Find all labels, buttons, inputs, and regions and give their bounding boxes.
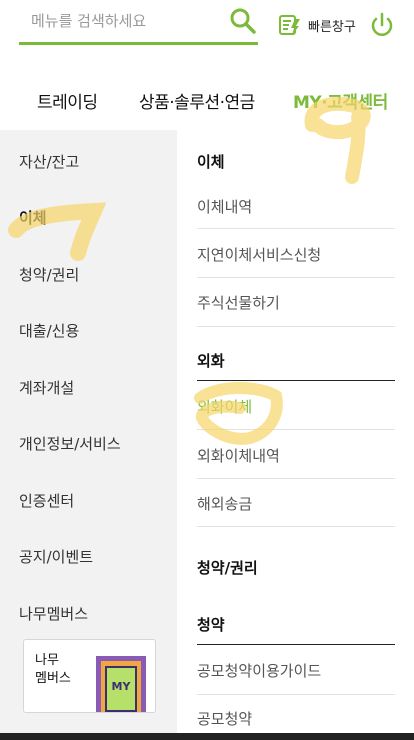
sub-item-ipo[interactable]: 공모청약: [197, 708, 395, 729]
lnb-item-subscription[interactable]: 청약/권리: [19, 264, 79, 285]
divider: [197, 478, 395, 479]
lnb-item-certification[interactable]: 인증센터: [19, 490, 74, 511]
sub-menu: 이체 이체내역 지연이체서비스신청 주식선물하기 외화 외화이체 외화이체내역 …: [177, 130, 414, 740]
sub-item-ipo-guide[interactable]: 공모청약이용가이드: [197, 660, 395, 681]
divider: [197, 380, 395, 381]
main-navigation: 트레이딩 상품·솔루션·연금 MY·고객센터: [0, 80, 414, 130]
gnb-tab-products[interactable]: 상품·솔루션·연금: [139, 88, 255, 113]
sub-heading-fx: 외화: [197, 352, 225, 370]
sub-heading-transfer: 이체: [197, 153, 225, 171]
divider: [197, 644, 395, 645]
left-menu: 자산/잔고 이체 청약/권리 대출/신용 계좌개설 개인정보/서비스 인증센터 …: [0, 130, 177, 740]
bottom-bar: [0, 733, 414, 740]
namu-members-banner[interactable]: 나무 멤버스 MY: [23, 639, 156, 713]
sub-heading-ipo: 청약: [197, 616, 225, 634]
lnb-item-namu-members[interactable]: 나무멤버스: [19, 603, 88, 624]
sub-item-fx-transfer-history[interactable]: 외화이체내역: [197, 445, 395, 466]
logout-button[interactable]: [369, 11, 395, 39]
divider: [197, 228, 395, 229]
lnb-item-loan[interactable]: 대출/신용: [19, 320, 79, 341]
power-icon: [371, 12, 393, 36]
divider: [197, 326, 395, 327]
quick-window-icon: [279, 15, 300, 35]
search-input[interactable]: [31, 8, 221, 34]
divider: [197, 277, 395, 278]
divider: [197, 429, 395, 430]
divider: [197, 694, 395, 695]
gnb-tab-my-customer[interactable]: MY·고객센터: [293, 88, 388, 113]
banner-text: 나무 멤버스: [35, 653, 71, 686]
sub-item-overseas-remittance[interactable]: 해외송금: [197, 493, 395, 514]
sub-item-transfer-history[interactable]: 이체내역: [197, 196, 395, 217]
sub-heading-subscription: 청약/권리: [197, 559, 258, 577]
divider: [197, 526, 395, 527]
members-card-icon: MY: [96, 656, 146, 712]
lnb-item-notice-event[interactable]: 공지/이벤트: [19, 546, 93, 567]
lnb-item-account-open[interactable]: 계좌개설: [19, 377, 74, 398]
quick-window-button[interactable]: 빠른창구: [278, 12, 356, 38]
sub-item-delayed-transfer[interactable]: 지연이체서비스신청: [197, 244, 395, 265]
banner-badge: MY: [112, 680, 132, 693]
lnb-item-assets[interactable]: 자산/잔고: [19, 151, 79, 172]
quick-window-label: 빠른창구: [308, 18, 356, 34]
search-button[interactable]: [228, 6, 258, 36]
lnb-item-transfer[interactable]: 이체: [19, 207, 47, 228]
search-icon: [230, 8, 256, 34]
search-bar: [19, 0, 258, 45]
sub-item-stock-gift[interactable]: 주식선물하기: [197, 292, 395, 313]
lnb-item-personal-info[interactable]: 개인정보/서비스: [19, 433, 121, 454]
gnb-tab-trading[interactable]: 트레이딩: [37, 88, 98, 113]
sub-item-fx-transfer[interactable]: 외화이체: [197, 396, 395, 417]
